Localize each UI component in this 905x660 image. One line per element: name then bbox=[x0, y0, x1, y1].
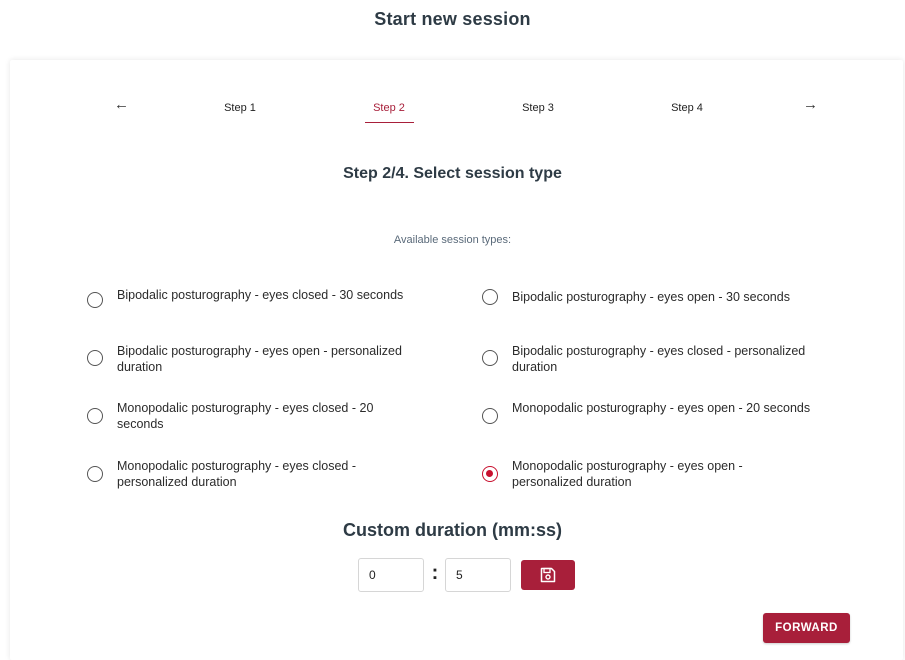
session-type-label: Bipodalic posturography - eyes closed - … bbox=[512, 344, 806, 374]
step-heading: Step 2/4. Select session type bbox=[343, 165, 562, 182]
step-2-tab[interactable]: Step 2 bbox=[349, 102, 429, 114]
session-type-label: Monopodalic posturography - eyes open - … bbox=[512, 459, 743, 489]
step-1-tab[interactable]: Step 1 bbox=[200, 102, 280, 114]
stepper: ← Step 1 Step 2 Step 3 Step 4 → bbox=[0, 92, 905, 128]
session-type-label: Monopodalic posturography - eyes closed … bbox=[117, 401, 374, 431]
page-title: Start new session bbox=[374, 9, 531, 29]
available-types-label: Available session types: bbox=[393, 234, 512, 246]
custom-duration-heading: Custom duration (mm:ss) bbox=[342, 520, 562, 540]
radio-button[interactable] bbox=[87, 408, 103, 424]
session-type-label: Bipodalic posturography - eyes closed - … bbox=[117, 288, 404, 302]
session-type-label: Monopodalic posturography - eyes closed … bbox=[117, 459, 357, 489]
radio-button[interactable] bbox=[87, 466, 103, 482]
session-type-label: Monopodalic posturography - eyes open - … bbox=[512, 401, 811, 415]
radio-button[interactable] bbox=[87, 350, 103, 366]
floppy-disk-icon bbox=[540, 567, 556, 583]
radio-button[interactable] bbox=[482, 350, 498, 366]
save-duration-button[interactable] bbox=[521, 560, 575, 590]
step-4-tab[interactable]: Step 4 bbox=[647, 102, 727, 114]
time-separator: : bbox=[431, 562, 439, 584]
radio-button[interactable] bbox=[482, 408, 498, 424]
minutes-input[interactable]: 0 bbox=[358, 558, 424, 592]
session-type-label: Bipodalic posturography - eyes open - pe… bbox=[117, 344, 402, 374]
session-type-label: Bipodalic posturography - eyes open - 30… bbox=[512, 290, 790, 304]
seconds-input[interactable]: 5 bbox=[445, 558, 511, 592]
active-step-underline bbox=[365, 122, 414, 123]
step-3-tab[interactable]: Step 3 bbox=[498, 102, 578, 114]
radio-button-checked[interactable] bbox=[482, 466, 498, 482]
radio-button[interactable] bbox=[482, 289, 498, 305]
forward-button[interactable]: FORWARD bbox=[763, 613, 850, 643]
arrow-left-icon[interactable]: ← bbox=[114, 96, 129, 113]
radio-button[interactable] bbox=[87, 292, 103, 308]
arrow-right-icon[interactable]: → bbox=[803, 96, 818, 113]
